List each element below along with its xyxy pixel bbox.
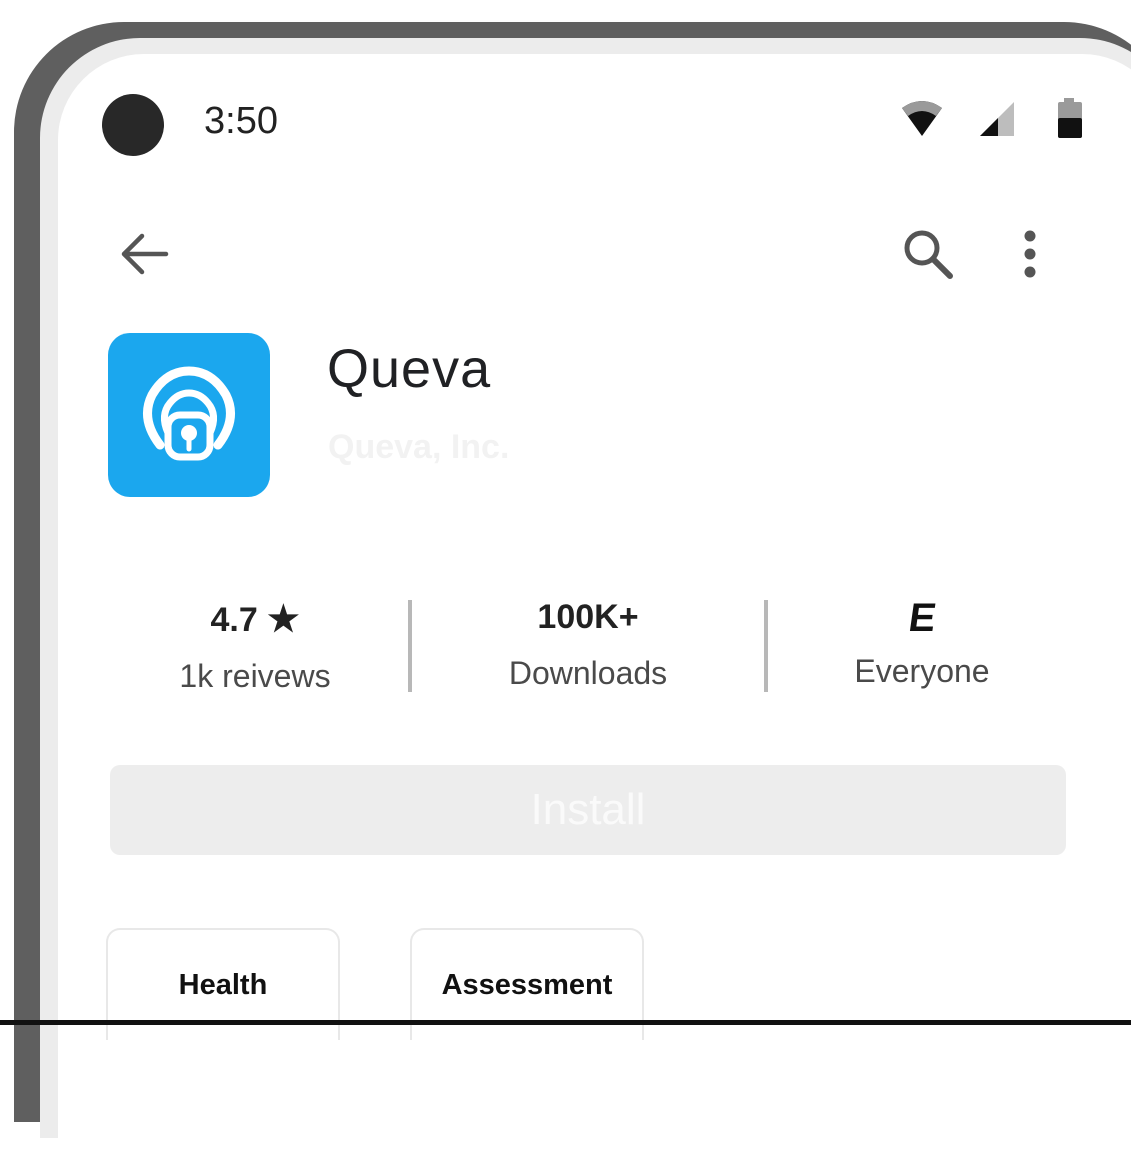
rating-stat[interactable]: 4.7 ★ 1k reivews [150,598,360,695]
stat-divider [408,600,412,692]
arrow-back-icon [121,233,169,275]
queva-logo-icon [143,366,235,461]
wifi-icon [902,101,942,136]
tag-label: Assessment [441,968,613,1001]
back-button[interactable] [116,226,172,282]
reviews-count: 1k reivews [179,658,331,694]
stat-divider [764,600,768,692]
signal-icon [980,102,1014,136]
esrb-everyone-icon: E [905,596,939,641]
battery-icon [1058,98,1082,138]
status-icons [898,96,1088,144]
content-rating-stat[interactable]: E Everyone [822,596,1022,690]
rating-value: 4.7 ★ [150,598,360,640]
app-icon [108,333,270,497]
downloads-value: 100K+ [537,598,639,636]
content-rating-label: Everyone [854,653,990,689]
status-time: 3:50 [204,100,278,142]
downloads-label: Downloads [508,655,668,691]
more-options-button[interactable] [1010,228,1050,284]
downloads-stat: 100K+ Downloads [478,598,698,692]
camera-punch-hole [102,94,164,156]
esrb-badge-letter: E [905,596,939,640]
developer-name[interactable]: Queva, Inc. [328,428,509,467]
search-icon [904,230,953,279]
star-icon: ★ [267,598,300,639]
app-title: Queva [327,339,492,399]
tag-label: Health [178,968,268,1001]
install-button[interactable]: Install [110,765,1066,855]
search-button[interactable] [898,224,958,284]
more-vert-icon [1024,230,1036,278]
rating-number: 4.7 [210,601,258,639]
bottom-edge [0,1020,1131,1025]
